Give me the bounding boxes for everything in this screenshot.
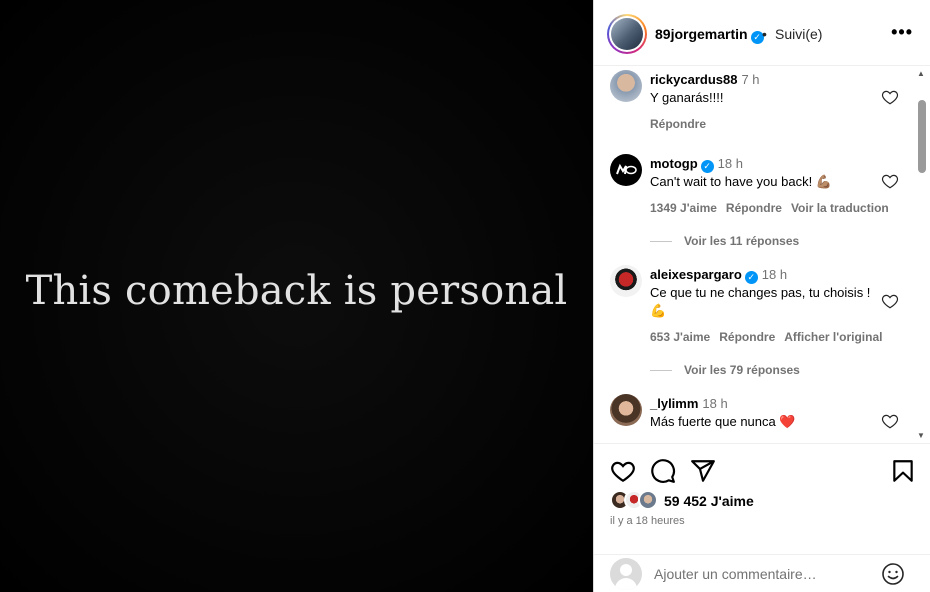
comment-meta: 1349 J'aime Répondre Voir la traduction bbox=[650, 201, 898, 215]
likes-count[interactable]: 59 452 J'aime bbox=[664, 493, 754, 509]
reply-button[interactable]: Répondre bbox=[650, 117, 706, 131]
comment-bubble-icon[interactable] bbox=[650, 458, 676, 484]
comment-time: 18 h bbox=[702, 396, 728, 411]
comment-username[interactable]: motogp ✓ 18 h bbox=[650, 156, 743, 173]
comments-list[interactable]: rickycardus88 7 h Y ganarás!!!! Répondre … bbox=[594, 66, 930, 444]
current-user-avatar bbox=[610, 558, 642, 590]
scroll-up-arrow-icon[interactable]: ▲ bbox=[917, 69, 925, 78]
add-comment-input[interactable] bbox=[654, 563, 874, 585]
replies-divider bbox=[650, 370, 672, 372]
comment-username-label[interactable]: motogp bbox=[650, 156, 698, 171]
comment-avatar[interactable] bbox=[610, 70, 642, 102]
verified-icon: ✓ bbox=[700, 160, 714, 173]
comment-meta: 653 J'aime Répondre Afficher l'original bbox=[650, 330, 891, 344]
share-send-icon[interactable] bbox=[690, 458, 716, 484]
save-bookmark-icon[interactable] bbox=[890, 458, 916, 484]
add-comment-bar bbox=[594, 554, 930, 592]
comment-avatar[interactable] bbox=[610, 265, 642, 297]
comment-time: 7 h bbox=[741, 72, 760, 87]
separator-dot: • bbox=[762, 26, 767, 42]
like-comment-heart-icon[interactable] bbox=[881, 412, 899, 430]
like-heart-icon[interactable] bbox=[610, 458, 636, 484]
emoji-icon[interactable] bbox=[881, 562, 905, 586]
translate-button[interactable]: Voir la traduction bbox=[791, 201, 889, 215]
comment-text: Can't wait to have you back! 💪🏽 bbox=[650, 174, 832, 189]
comment-username-label[interactable]: aleixespargaro bbox=[650, 267, 742, 282]
comment-username-label[interactable]: _lylimm bbox=[650, 396, 698, 411]
author-username[interactable]: 89jorgemartin ✓ bbox=[655, 26, 764, 44]
view-replies-label[interactable]: Voir les 79 réponses bbox=[684, 363, 800, 377]
like-comment-heart-icon[interactable] bbox=[881, 88, 899, 106]
comment-likes[interactable]: 1349 J'aime bbox=[650, 201, 717, 215]
comment-time: 18 h bbox=[717, 156, 743, 171]
comment-text: Ce que tu ne changes pas, tu choisis ! 💪 bbox=[650, 285, 871, 318]
comment-username-label[interactable]: rickycardus88 bbox=[650, 72, 737, 87]
like-comment-heart-icon[interactable] bbox=[881, 172, 899, 190]
like-comment-heart-icon[interactable] bbox=[881, 292, 899, 310]
verified-icon: ✓ bbox=[744, 271, 758, 284]
follow-status-button[interactable]: Suivi(e) bbox=[775, 26, 822, 42]
view-replies-button[interactable]: Voir les 79 réponses bbox=[650, 363, 800, 377]
comment-avatar[interactable] bbox=[610, 154, 642, 186]
comment-text: Más fuerte que nunca ❤️ bbox=[650, 414, 796, 429]
comment-username[interactable]: rickycardus88 7 h bbox=[650, 72, 760, 87]
motogp-logo-icon bbox=[616, 163, 637, 175]
comment-username[interactable]: aleixespargaro ✓ 18 h bbox=[650, 267, 787, 284]
liker-avatar bbox=[638, 490, 658, 510]
view-replies-button[interactable]: Voir les 11 réponses bbox=[650, 234, 799, 248]
more-options-icon[interactable]: ••• bbox=[891, 22, 913, 43]
scroll-down-arrow-icon[interactable]: ▼ bbox=[917, 431, 925, 440]
scrollbar-thumb[interactable] bbox=[918, 100, 926, 173]
author-username-label[interactable]: 89jorgemartin bbox=[655, 26, 748, 42]
post-media[interactable]: This comeback is personal bbox=[0, 0, 593, 592]
replies-divider bbox=[650, 241, 672, 243]
view-replies-label[interactable]: Voir les 11 réponses bbox=[684, 234, 799, 248]
comment-avatar[interactable] bbox=[610, 394, 642, 426]
media-headline: This comeback is personal bbox=[25, 268, 568, 314]
post-actions: 59 452 J'aime il y a 18 heures bbox=[594, 444, 930, 554]
reply-button[interactable]: Répondre bbox=[719, 330, 775, 344]
author-avatar[interactable] bbox=[607, 14, 647, 54]
comment-text: Y ganarás!!!! bbox=[650, 90, 724, 105]
reply-button[interactable]: Répondre bbox=[726, 201, 782, 215]
comment-meta: Répondre bbox=[650, 117, 715, 131]
post-side-panel: 89jorgemartin ✓ • Suivi(e) ••• rickycardu… bbox=[593, 0, 930, 592]
post-header: 89jorgemartin ✓ • Suivi(e) ••• bbox=[594, 0, 930, 66]
show-original-button[interactable]: Afficher l'original bbox=[784, 330, 882, 344]
comment-username[interactable]: _lylimm 18 h bbox=[650, 396, 728, 411]
comment-time: 18 h bbox=[761, 267, 788, 282]
comment-likes[interactable]: 653 J'aime bbox=[650, 330, 710, 344]
post-timestamp[interactable]: il y a 18 heures bbox=[610, 515, 685, 527]
